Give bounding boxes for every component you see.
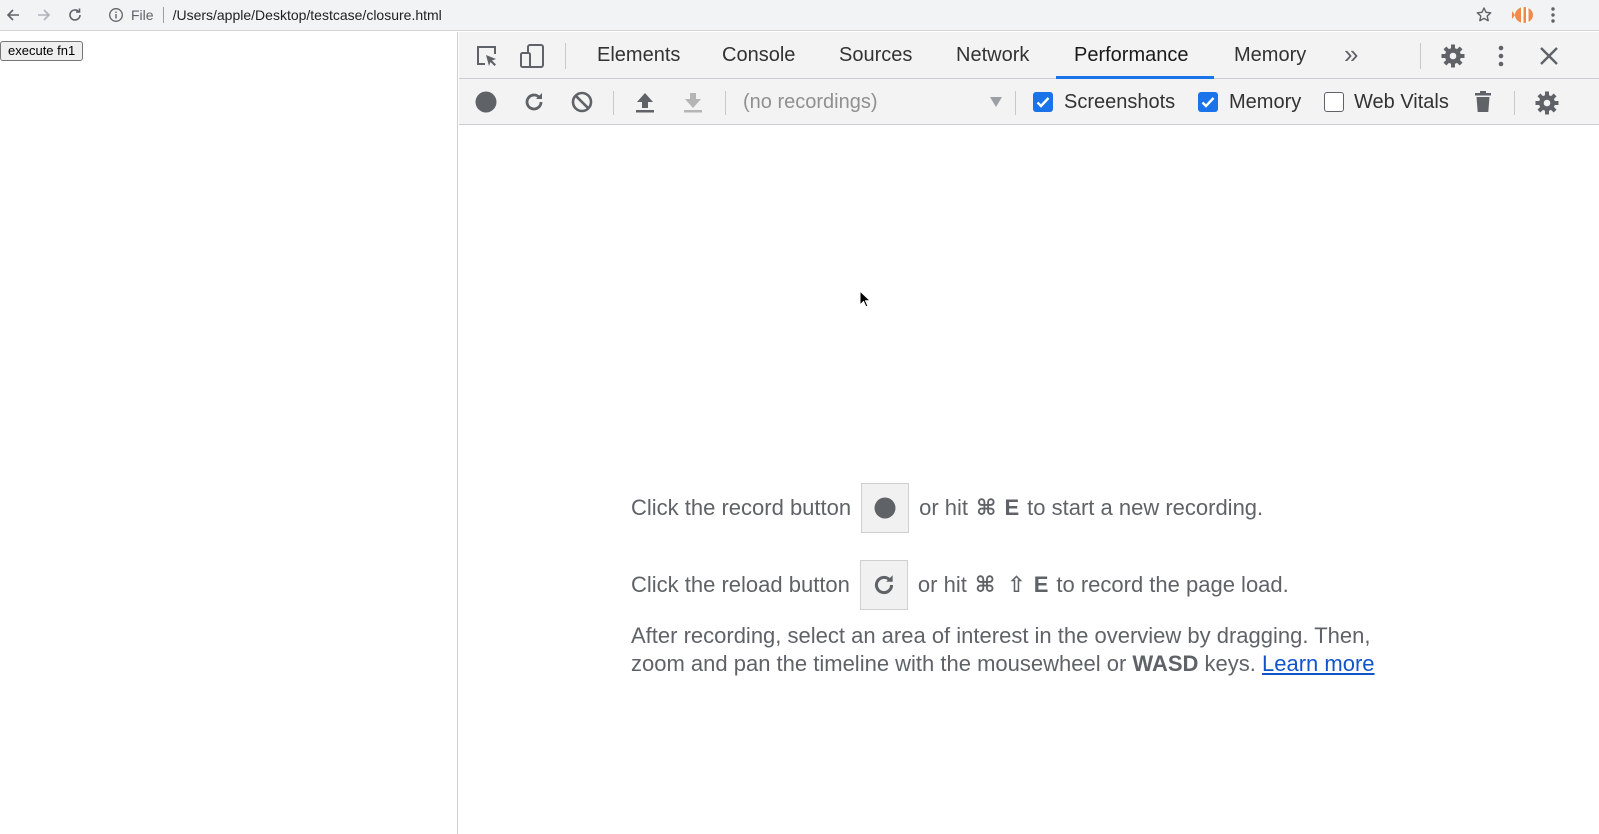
extension-icon[interactable] [1512,4,1536,26]
back-arrow-icon[interactable] [3,5,23,25]
toolbar-divider [1015,91,1016,115]
performance-toolbar: (no recordings) Screenshots Memory Web V… [459,79,1599,125]
web-vitals-checkbox[interactable] [1324,92,1344,112]
paragraph-keys-text: keys. [1204,651,1256,676]
record-icon[interactable] [473,89,499,115]
reload-hint-button[interactable] [859,560,908,610]
tab-network[interactable]: Network [956,32,1029,79]
paragraph-text: After recording, select an area of inter… [631,623,1371,676]
record-icon [874,497,896,519]
learn-more-link[interactable]: Learn more [1262,651,1375,676]
more-tabs-chevron-icon[interactable]: » [1344,32,1358,79]
record-hit-text: or hit [919,495,969,520]
record-instruction: Click the record button or hit ⌘ E to st… [631,483,1263,533]
record-prefix-text: Click the record button [631,495,852,520]
mouse-cursor-icon [859,290,871,308]
tab-performance[interactable]: Performance [1074,32,1189,79]
settings-gear-icon[interactable] [1439,42,1467,70]
device-toolbar-icon[interactable] [517,42,547,70]
record-key-text: E [1004,495,1020,520]
omnibox-divider [162,7,164,23]
web-vitals-label[interactable]: Web Vitals [1354,79,1449,125]
url-scheme: File [131,7,154,23]
tab-divider [1420,43,1421,69]
reload-icon [874,575,894,595]
inspect-element-icon[interactable] [472,42,502,70]
screenshots-label[interactable]: Screenshots [1064,79,1175,125]
memory-checkbox[interactable] [1198,92,1218,112]
tab-sources[interactable]: Sources [839,32,912,79]
record-suffix-text: to start a new recording. [1027,495,1264,520]
reload-icon[interactable] [65,5,85,25]
reload-suffix-text: to record the page load. [1056,572,1289,597]
clear-icon[interactable] [569,89,595,115]
page-viewport: execute fn1 [0,32,458,834]
url-text[interactable]: /Users/apple/Desktop/testcase/closure.ht… [173,7,442,23]
omnibox[interactable]: File /Users/apple/Desktop/testcase/closu… [100,2,1505,28]
devtools-tab-bar: Elements Console Sources Network Perform… [459,32,1599,79]
save-profile-download-icon [680,89,706,115]
shift-key-icon: ⇧ [1007,572,1026,597]
dropdown-arrow-icon[interactable] [990,97,1002,107]
cmd-key-icon: ⌘ [974,572,996,597]
execute-fn1-button[interactable]: execute fn1 [0,41,84,61]
toolbar-divider [1514,91,1515,115]
devtools-panel: Elements Console Sources Network Perform… [459,32,1599,834]
load-profile-upload-icon[interactable] [632,89,658,115]
wasd-text: WASD [1132,651,1199,676]
reload-key-text: E [1033,572,1049,597]
reload-hit-text: or hit [917,572,967,597]
browser-menu-icon[interactable] [1546,5,1560,25]
toolbar-divider [725,91,726,115]
reload-instruction: Click the reload button or hit ⌘ ⇧ E to … [631,560,1289,610]
bookmark-star-icon[interactable] [1474,5,1494,25]
info-icon[interactable] [108,7,124,23]
reload-record-icon[interactable] [521,89,547,115]
forward-arrow-icon[interactable] [34,5,54,25]
tab-console[interactable]: Console [722,32,795,79]
landing-paragraph: After recording, select an area of inter… [631,622,1421,678]
cmd-key-icon: ⌘ [976,495,997,520]
screenshots-checkbox[interactable] [1033,92,1053,112]
memory-label[interactable]: Memory [1229,79,1301,125]
toolbar-divider [613,91,614,115]
close-icon[interactable] [1535,42,1563,70]
capture-settings-gear-icon[interactable] [1533,89,1561,117]
tab-divider [565,43,566,69]
tab-memory[interactable]: Memory [1234,32,1306,79]
trash-icon[interactable] [1471,89,1495,115]
devtools-menu-icon[interactable] [1489,42,1513,70]
browser-address-bar: File /Users/apple/Desktop/testcase/closu… [0,0,1599,31]
reload-prefix-text: Click the reload button [631,572,850,597]
record-hint-button[interactable] [861,483,910,533]
recordings-select[interactable]: (no recordings) [743,79,1003,125]
tab-elements[interactable]: Elements [597,32,680,79]
